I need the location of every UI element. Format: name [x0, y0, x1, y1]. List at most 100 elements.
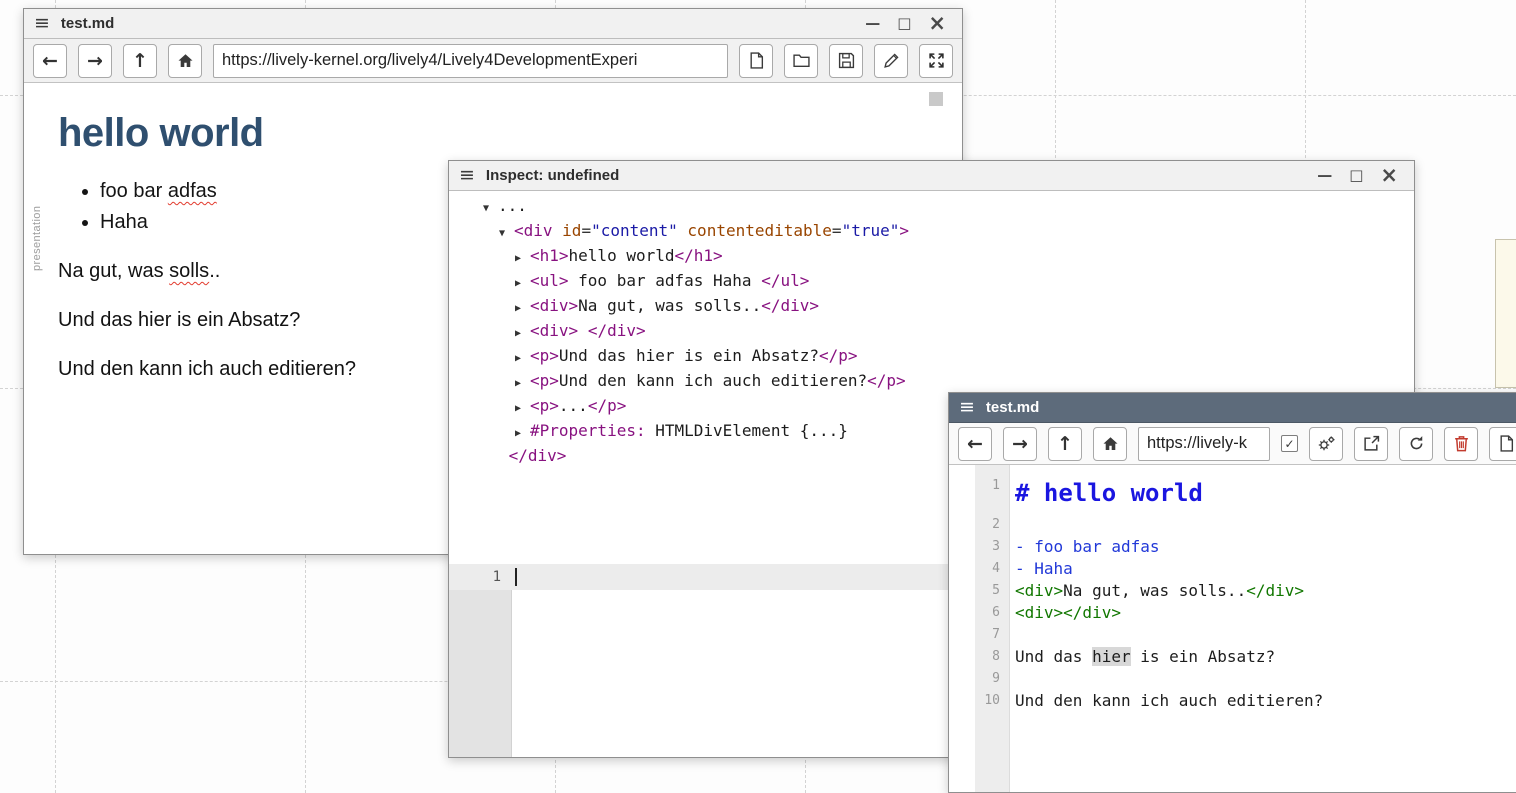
expand-arrow-icon[interactable]: ▶ [515, 323, 530, 345]
expand-arrow-icon[interactable]: ▶ [515, 398, 530, 420]
code-text[interactable] [1009, 624, 1025, 646]
fullscreen-button[interactable] [919, 44, 953, 78]
token-tag: </div> [761, 296, 819, 315]
inspector-tree-line[interactable]: ▼... [483, 195, 1414, 220]
text-cursor [515, 568, 517, 586]
home-button[interactable] [1093, 427, 1127, 461]
refresh-icon [1408, 435, 1425, 452]
window-title: test.md [986, 399, 1516, 416]
titlebar[interactable]: ≡ Inspect: undefined — □ × [449, 161, 1414, 191]
token-val: "content" [591, 221, 678, 240]
close-icon[interactable]: × [928, 13, 946, 34]
expand-arrow-icon[interactable]: ▶ [515, 348, 530, 370]
token-plain: Und den kann ich auch editieren? [1015, 691, 1323, 710]
up-button[interactable]: ↑ [1048, 427, 1082, 461]
expand-arrow-icon[interactable]: ▶ [515, 423, 530, 445]
code-text[interactable]: - foo bar adfas [1009, 536, 1160, 558]
window-menu-icon[interactable]: ≡ [459, 166, 475, 185]
line-number: 5 [949, 580, 1009, 602]
expand-arrows-icon [928, 52, 945, 69]
expand-arrow-icon[interactable]: ▼ [499, 223, 514, 245]
file-icon [749, 52, 764, 69]
code-text[interactable] [1009, 668, 1025, 690]
editor-line: 6<div></div> [949, 602, 1516, 624]
token-eq: = [832, 221, 842, 240]
code-text[interactable]: <div>Na gut, was solls..</div> [1009, 580, 1304, 602]
token-plain: foo bar adfas Haha [569, 271, 762, 290]
window-title: test.md [61, 15, 854, 32]
window-menu-icon[interactable]: ≡ [959, 398, 975, 417]
code-text[interactable]: <div></div> [1009, 602, 1121, 624]
gears-icon [1316, 435, 1336, 453]
maximize-icon[interactable]: □ [1349, 168, 1363, 183]
edit-button[interactable] [874, 44, 908, 78]
code-text[interactable]: Und das hier is ein Absatz? [1009, 646, 1275, 668]
code-text[interactable]: # hello world [1009, 475, 1203, 514]
token-plain: ... [498, 196, 527, 215]
back-button[interactable]: ← [33, 44, 67, 78]
url-input[interactable] [1138, 427, 1270, 461]
minimize-icon[interactable]: — [1317, 168, 1332, 183]
open-folder-button[interactable] [784, 44, 818, 78]
window-menu-icon[interactable]: ≡ [34, 14, 50, 33]
delete-button[interactable] [1444, 427, 1478, 461]
editor-line: 3- foo bar adfas [949, 536, 1516, 558]
token-tag: </p> [819, 346, 858, 365]
inspector-tree-line[interactable]: ▶<ul> foo bar adfas Haha </ul> [483, 270, 1414, 295]
new-file-button[interactable] [739, 44, 773, 78]
editor-lines: 1# hello world2 3- foo bar adfas4- Haha5… [949, 465, 1516, 712]
refresh-button[interactable] [1399, 427, 1433, 461]
token-tag: </ul> [761, 271, 809, 290]
line-number: 7 [949, 624, 1009, 646]
new-file-button[interactable] [1489, 427, 1516, 461]
line-number: 8 [949, 646, 1009, 668]
token-tag: <div></div> [1015, 603, 1121, 622]
token-val: "true" [842, 221, 900, 240]
inspector-tree-line[interactable]: ▶<div>Na gut, was solls..</div> [483, 295, 1414, 320]
resize-handle[interactable] [929, 92, 943, 106]
home-icon [1102, 436, 1119, 452]
inspector-tree-line[interactable]: ▶<div> </div> [483, 320, 1414, 345]
home-button[interactable] [168, 44, 202, 78]
settings-button[interactable] [1309, 427, 1343, 461]
inspector-tree-line[interactable]: ▼<div id="content" contenteditable="true… [483, 220, 1414, 245]
code-editor[interactable]: 1# hello world2 3- foo bar adfas4- Haha5… [949, 465, 1516, 792]
url-input[interactable] [213, 44, 728, 78]
list-item-text: foo bar [100, 180, 168, 202]
expand-arrow-icon[interactable]: ▶ [515, 248, 530, 270]
open-external-button[interactable] [1354, 427, 1388, 461]
window-controls: — □ × [865, 13, 946, 34]
expand-arrow-icon[interactable]: ▶ [515, 273, 530, 295]
trash-icon [1454, 435, 1469, 452]
window-title: Inspect: undefined [486, 167, 1306, 184]
inspector-tree-line[interactable]: ▶<h1>hello world</h1> [483, 245, 1414, 270]
close-icon[interactable]: × [1380, 165, 1398, 186]
expand-arrow-icon[interactable]: ▶ [515, 373, 530, 395]
token-tag: <h1> [530, 246, 569, 265]
expand-arrow-icon[interactable]: ▼ [483, 198, 498, 220]
forward-button[interactable]: → [78, 44, 112, 78]
editor-line: 10Und den kann ich auch editieren? [949, 690, 1516, 712]
auto-update-checkbox[interactable]: ✓ [1281, 435, 1298, 452]
code-text[interactable] [1009, 514, 1025, 536]
minimize-icon[interactable]: — [865, 16, 880, 31]
token-tag: <p> [530, 396, 559, 415]
maximize-icon[interactable]: □ [897, 16, 911, 31]
expand-arrow-icon[interactable]: ▶ [515, 298, 530, 320]
line-number: 3 [949, 536, 1009, 558]
back-button[interactable]: ← [958, 427, 992, 461]
window-edge-fragment [1495, 239, 1516, 388]
home-icon [177, 53, 194, 69]
forward-button[interactable]: → [1003, 427, 1037, 461]
save-button[interactable] [829, 44, 863, 78]
code-text[interactable]: - Haha [1009, 558, 1073, 580]
code-text[interactable]: Und den kann ich auch editieren? [1009, 690, 1323, 712]
up-button[interactable]: ↑ [123, 44, 157, 78]
titlebar[interactable]: ≡ test.md — □ × [24, 9, 962, 39]
token-list: - Haha [1015, 559, 1073, 578]
token-prop: #Properties: [530, 421, 646, 440]
external-link-icon [1363, 435, 1380, 452]
token-plain: hello world [569, 246, 675, 265]
inspector-tree-line[interactable]: ▶<p>Und das hier is ein Absatz?</p> [483, 345, 1414, 370]
titlebar[interactable]: ≡ test.md [949, 393, 1516, 423]
